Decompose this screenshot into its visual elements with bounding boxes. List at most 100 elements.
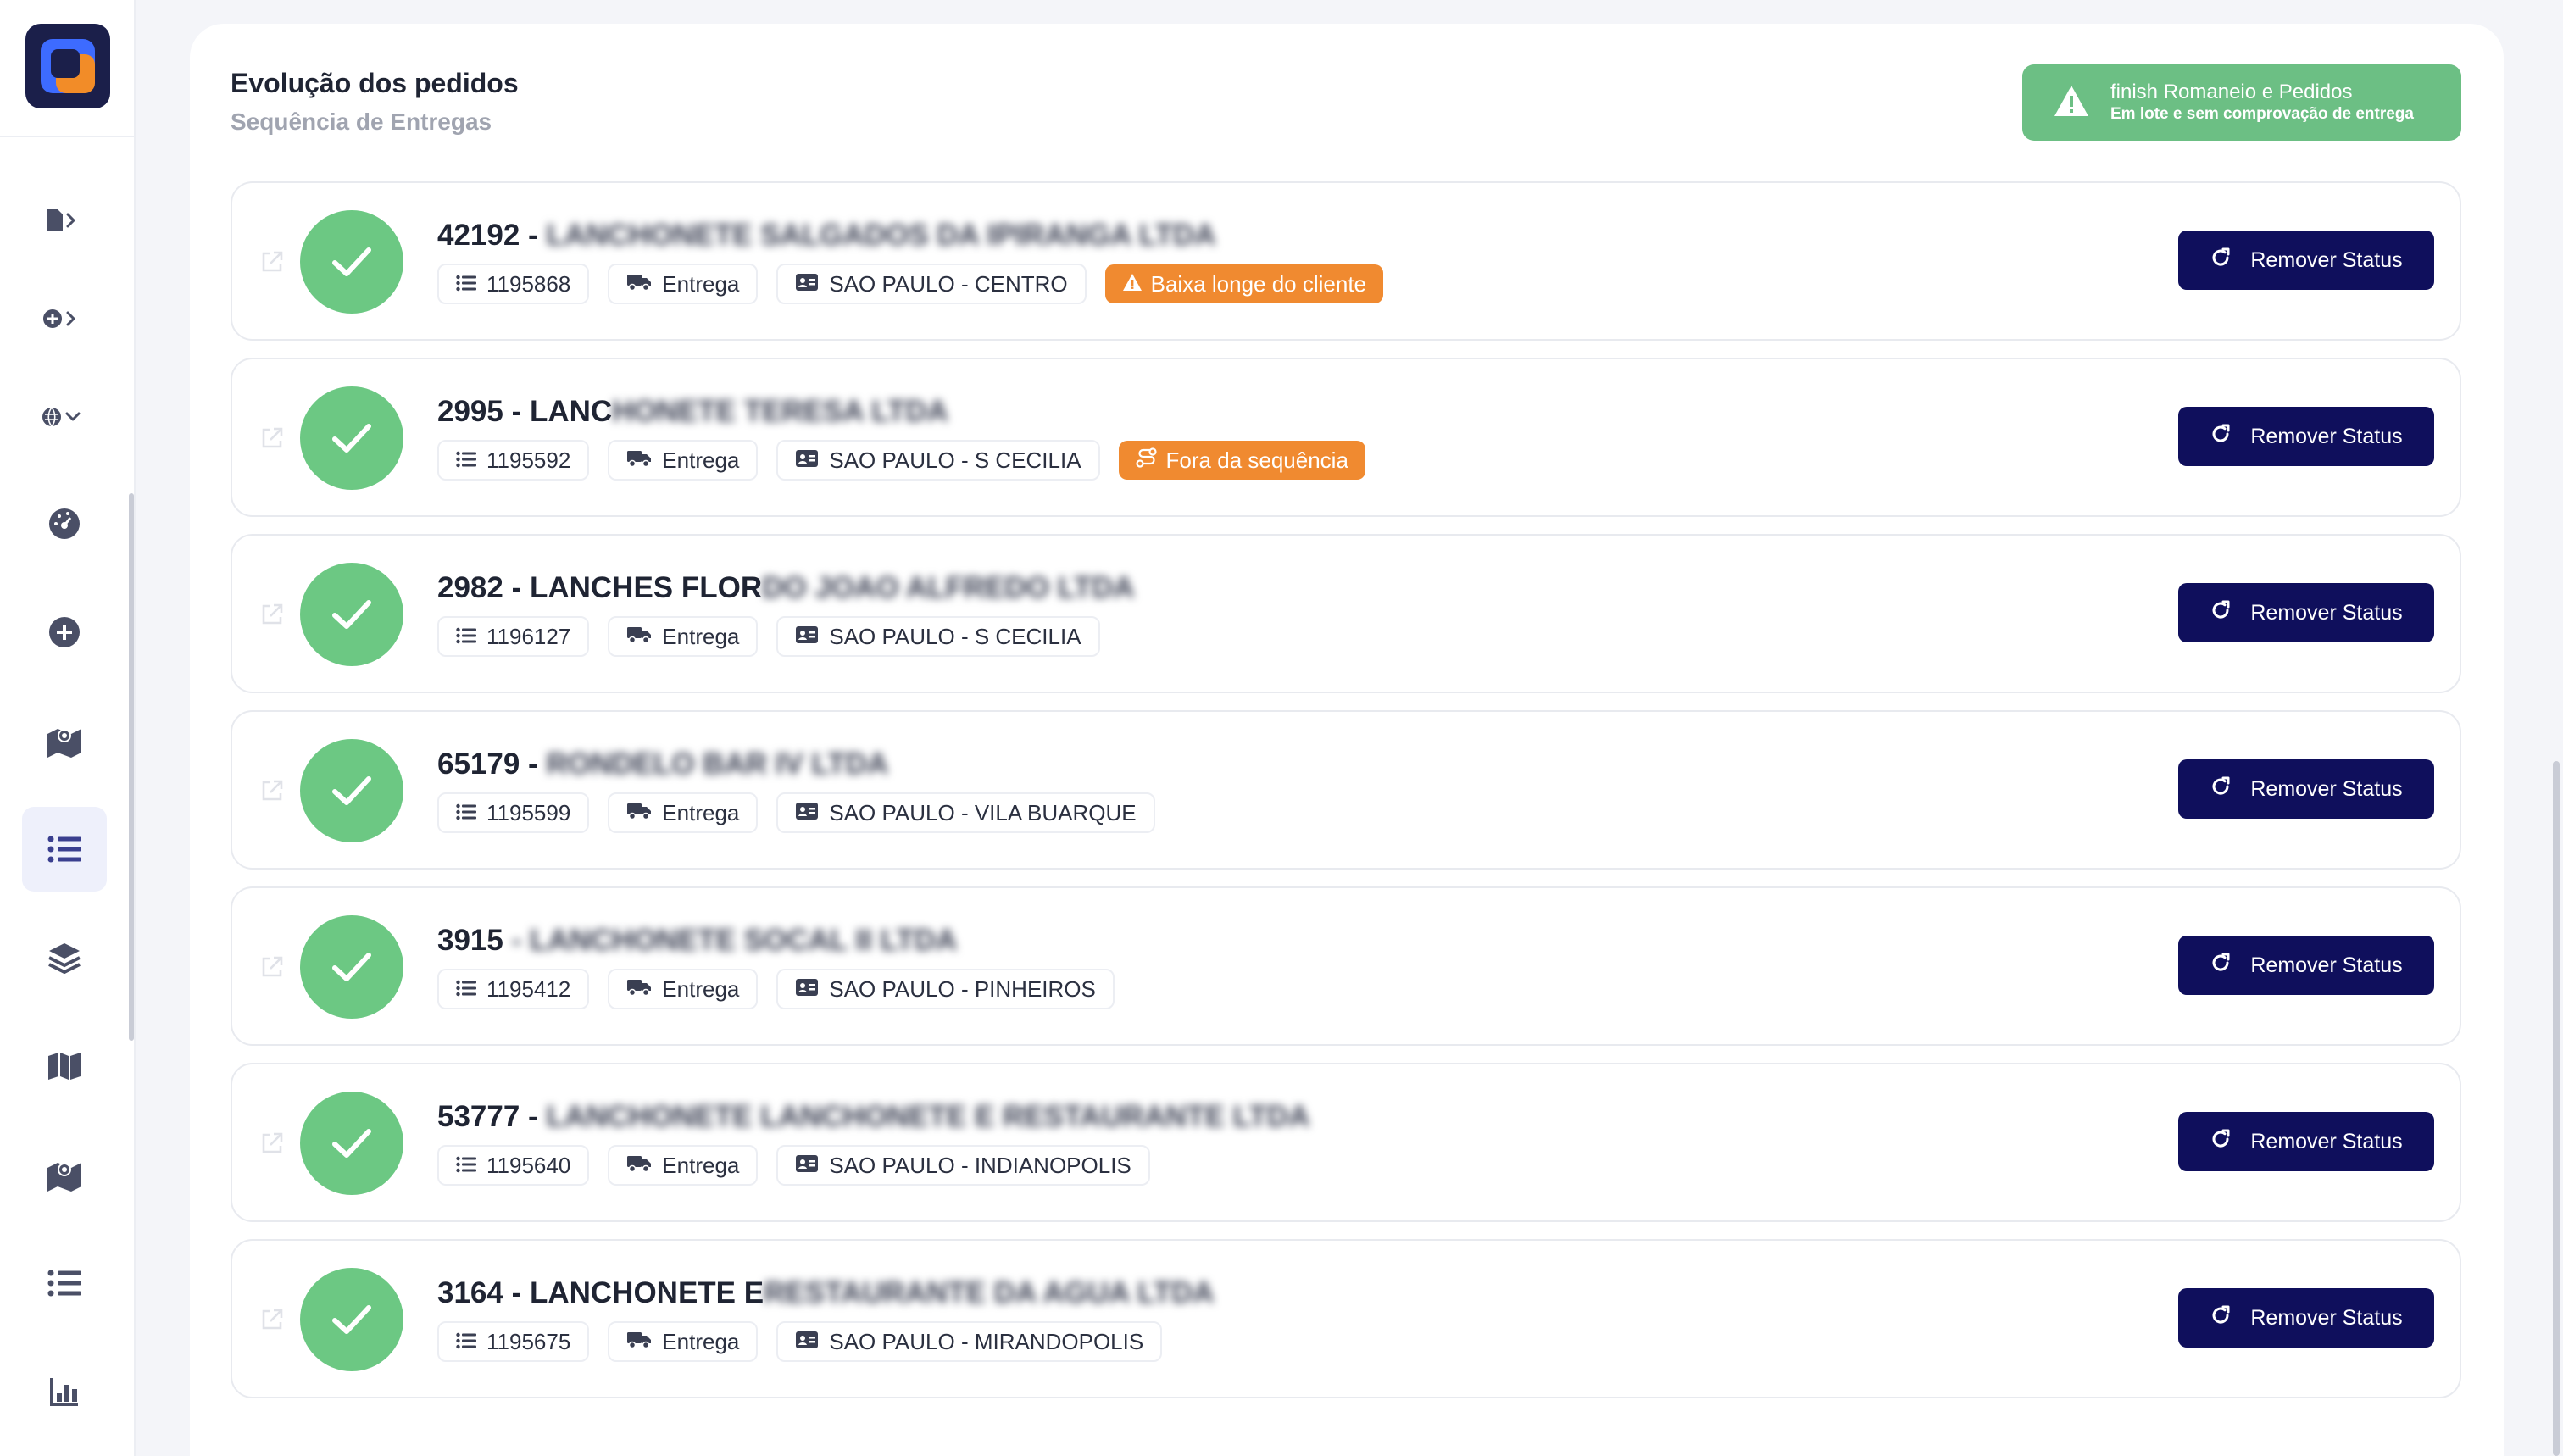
bar-chart-icon: [49, 1376, 80, 1407]
truck-icon: [626, 447, 662, 474]
external-link-icon[interactable]: [259, 778, 285, 803]
order-title-redacted: HONETE TERESA LTDA: [612, 395, 948, 428]
order-card: 3915 - LANCHONETE SOCAL II LTDA 1195412 En…: [231, 886, 2461, 1046]
layers-icon: [47, 942, 81, 974]
sidebar-item-list[interactable]: [22, 1241, 107, 1325]
order-card: 2982 - LANCHES FLOR DO JOAO ALFREDO LTDA…: [231, 534, 2461, 693]
sidebar: [0, 0, 136, 1456]
list-icon: [456, 1329, 486, 1355]
remove-status-label: Remover Status: [2250, 776, 2403, 801]
refresh-icon: [2210, 1128, 2250, 1156]
truck-icon: [626, 1329, 662, 1355]
id-card-icon: [795, 1329, 829, 1355]
external-link-icon[interactable]: [259, 425, 285, 451]
order-info-chips: 1195599 Entrega SAO PAULO - VILA BUARQUE: [437, 792, 1174, 834]
finish-button-title: finish Romaneio e Pedidos: [2110, 81, 2353, 103]
truck-icon: [626, 976, 662, 1003]
order-title-text: 3164 - LANCHONETE E: [437, 1276, 764, 1309]
list-icon: [456, 800, 486, 826]
sidebar-item-orders[interactable]: [22, 807, 107, 892]
order-location-chip: SAO PAULO - CENTRO: [776, 264, 1087, 304]
sidebar-item-globe[interactable]: [22, 375, 107, 459]
refresh-icon: [2210, 1304, 2250, 1332]
sidebar-scrollbar[interactable]: [129, 493, 134, 1041]
external-link-icon[interactable]: [259, 602, 285, 627]
remove-status-button[interactable]: Remover Status: [2178, 1288, 2434, 1348]
sidebar-item-dashboard[interactable]: [22, 481, 107, 566]
external-link-icon[interactable]: [259, 1307, 285, 1332]
order-location: SAO PAULO - INDIANOPOLIS: [829, 1152, 1131, 1178]
remove-status-button[interactable]: Remover Status: [2178, 759, 2434, 819]
order-type: Entrega: [662, 975, 740, 1002]
finish-romaneio-button[interactable]: finish Romaneio e Pedidos Em lote e sem …: [2022, 64, 2461, 141]
plus-circle-icon: [42, 306, 86, 331]
app-logo[interactable]: [25, 24, 110, 108]
order-card: 3164 - LANCHONETE E RESTAURANTE DA AGUA …: [231, 1239, 2461, 1398]
globe-icon: [42, 404, 87, 430]
remove-status-button[interactable]: Remover Status: [2178, 231, 2434, 290]
finish-button-subtitle: Em lote e sem comprovação de entrega: [2110, 105, 2414, 123]
order-location: SAO PAULO - S CECILIA: [829, 623, 1081, 649]
refresh-icon: [2210, 247, 2250, 275]
order-type-chip: Entrega: [608, 1145, 759, 1186]
sidebar-item-map-location[interactable]: [22, 1132, 107, 1217]
map-marker-icon: [46, 724, 83, 758]
list-icon: [456, 976, 486, 1003]
list-icon: [47, 835, 81, 864]
order-title: 53777 - LANCHONETE LANCHONETE E RESTAURA…: [437, 1100, 1309, 1134]
id-card-icon: [795, 1153, 829, 1179]
order-code: 1195592: [486, 447, 571, 473]
order-location-chip: SAO PAULO - INDIANOPOLIS: [776, 1145, 1150, 1186]
main-scrollbar[interactable]: [2553, 761, 2560, 1456]
remove-status-button[interactable]: Remover Status: [2178, 1112, 2434, 1171]
order-title: 3164 - LANCHONETE E RESTAURANTE DA AGUA …: [437, 1276, 1215, 1310]
id-card-icon: [795, 976, 829, 1003]
sidebar-item-map-marker[interactable]: [22, 698, 107, 783]
order-code-chip: 1195675: [437, 1321, 590, 1362]
order-info-chips: 1195868 Entrega SAO PAULO - CENTRO Baixa lo…: [437, 263, 1402, 305]
remove-status-button[interactable]: Remover Status: [2178, 407, 2434, 466]
order-title-redacted: LANCHONETE SALGADOS DA IPIRANGA LTDA: [546, 219, 1216, 252]
order-alert-badge: Baixa longe do cliente: [1104, 264, 1384, 303]
order-code: 1195868: [486, 270, 571, 297]
order-card: 53777 - LANCHONETE LANCHONETE E RESTAURA…: [231, 1063, 2461, 1222]
external-link-icon[interactable]: [259, 954, 285, 980]
sidebar-item-reports[interactable]: [22, 1349, 107, 1434]
sidebar-item-add[interactable]: [22, 276, 107, 361]
refresh-icon: [2210, 599, 2250, 627]
order-type-chip: Entrega: [608, 1321, 759, 1362]
order-location: SAO PAULO - PINHEIROS: [829, 975, 1096, 1002]
order-location: SAO PAULO - CENTRO: [829, 270, 1068, 297]
external-link-icon[interactable]: [259, 249, 285, 275]
order-title-redacted: RONDELO BAR IV LTDA: [546, 747, 889, 781]
sidebar-item-map[interactable]: [22, 1024, 107, 1109]
order-type-chip: Entrega: [608, 440, 759, 481]
remove-status-button[interactable]: Remover Status: [2178, 583, 2434, 642]
order-title: 42192 - LANCHONETE SALGADOS DA IPIRANGA …: [437, 219, 1216, 253]
order-type: Entrega: [662, 1328, 740, 1354]
order-title: 3915 - LANCHONETE SOCAL II LTDA: [437, 924, 957, 958]
check-icon: [300, 386, 403, 490]
remove-status-label: Remover Status: [2250, 600, 2403, 625]
order-title: 2995 - LANCHONETE TERESA LTDA: [437, 395, 948, 429]
order-info-chips: 1195640 Entrega SAO PAULO - INDIANOPOLIS: [437, 1144, 1169, 1186]
remove-status-button[interactable]: Remover Status: [2178, 936, 2434, 995]
order-code: 1195412: [486, 975, 571, 1002]
warning-icon: [2053, 84, 2110, 122]
check-icon: [300, 1092, 403, 1195]
order-code: 1195675: [486, 1328, 571, 1354]
order-title-text: 2995 - LANC: [437, 395, 613, 428]
external-link-icon[interactable]: [259, 1131, 285, 1156]
order-type-chip: Entrega: [608, 792, 759, 833]
sidebar-item-create[interactable]: [22, 590, 107, 675]
order-title-text: 65179 -: [437, 747, 547, 781]
sidebar-item-pdf[interactable]: [22, 178, 107, 263]
order-title-redacted: - LANCHONETE SOCAL II LTDA: [511, 924, 958, 957]
sidebar-item-layers[interactable]: [22, 915, 107, 1000]
list-icon: [456, 271, 486, 297]
page-subtitle: Sequência de Entregas: [231, 108, 492, 135]
refresh-icon: [2210, 952, 2250, 980]
order-title-text: 42192 -: [437, 219, 547, 252]
order-info-chips: 1195592 Entrega SAO PAULO - S CECILIA Fora …: [437, 439, 1384, 481]
order-location: SAO PAULO - VILA BUARQUE: [829, 799, 1137, 825]
